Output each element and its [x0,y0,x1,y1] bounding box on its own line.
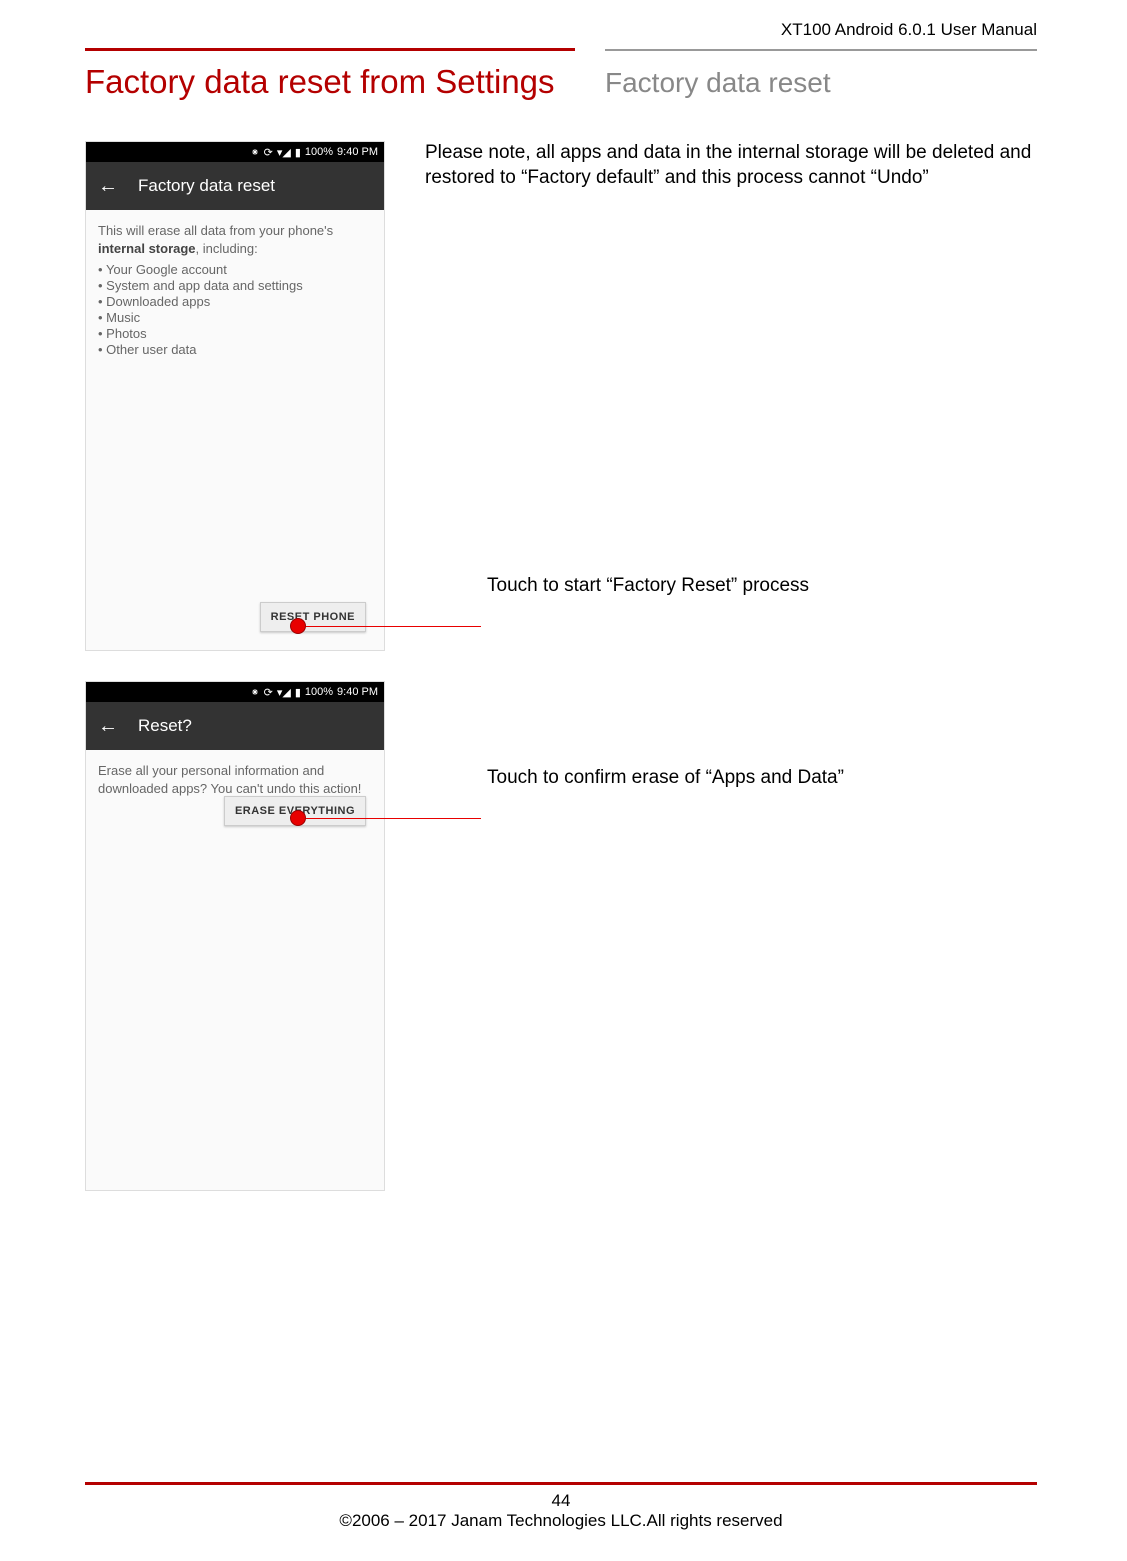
note-paragraph: Please note, all apps and data in the in… [425,141,1037,190]
callout-dot-icon [290,618,306,634]
bluetooth-icon: ⁕ [250,686,259,699]
document-header: XT100 Android 6.0.1 User Manual [85,20,1037,40]
back-icon[interactable]: ← [98,176,118,196]
callout-dot-icon [290,810,306,826]
clock: 9:40 PM [337,686,378,698]
reset-description: This will erase all data from your phone… [86,210,384,257]
sync-icon: ⟳ [264,686,273,699]
rule-grey [605,49,1037,51]
callout-label: Touch to start “Factory Reset” process [487,574,809,599]
reset-phone-button[interactable]: RESET PHONE [260,602,366,632]
battery-pct: 100% [305,686,333,698]
copyright: ©2006 – 2017 Janam Technologies LLC.All … [85,1511,1037,1531]
app-bar: ← Reset? [86,702,384,750]
battery-pct: 100% [305,146,333,158]
callout-label: Touch to confirm erase of “Apps and Data… [487,766,844,791]
list-item: • Your Google account [98,262,372,277]
sync-icon: ⟳ [264,146,273,159]
screenshot-confirm-reset: ⁕ ⟳ ▾◢ ▮ 100% 9:40 PM ← Reset? Erase all… [85,681,385,1191]
footer-rule [85,1482,1037,1485]
list-item: • Other user data [98,342,372,357]
page-footer: 44 ©2006 – 2017 Janam Technologies LLC.A… [85,1482,1037,1531]
battery-icon: ▮ [295,146,301,159]
reset-bullets: • Your Google account • System and app d… [86,257,384,357]
screenshot-factory-reset: ⁕ ⟳ ▾◢ ▮ 100% 9:40 PM ← Factory data res… [85,141,385,651]
battery-icon: ▮ [295,686,301,699]
app-bar: ← Factory data reset [86,162,384,210]
confirm-description: Erase all your personal information and … [86,750,384,797]
app-bar-title: Reset? [138,716,192,736]
status-bar: ⁕ ⟳ ▾◢ ▮ 100% 9:40 PM [86,682,384,702]
header-rules [85,48,1037,51]
signal-icon: ▾◢ [277,686,291,699]
titles-row: Factory data reset from Settings Factory… [85,63,1037,101]
rule-red [85,48,575,51]
list-item: • Music [98,310,372,325]
section-subtitle: Factory data reset [605,63,1037,101]
list-item: • System and app data and settings [98,278,372,293]
status-bar: ⁕ ⟳ ▾◢ ▮ 100% 9:40 PM [86,142,384,162]
section-title: Factory data reset from Settings [85,63,605,101]
list-item: • Photos [98,326,372,341]
signal-icon: ▾◢ [277,146,291,159]
back-icon[interactable]: ← [98,716,118,736]
page-number: 44 [85,1491,1037,1511]
clock: 9:40 PM [337,146,378,158]
app-bar-title: Factory data reset [138,176,275,196]
bluetooth-icon: ⁕ [250,146,259,159]
list-item: • Downloaded apps [98,294,372,309]
